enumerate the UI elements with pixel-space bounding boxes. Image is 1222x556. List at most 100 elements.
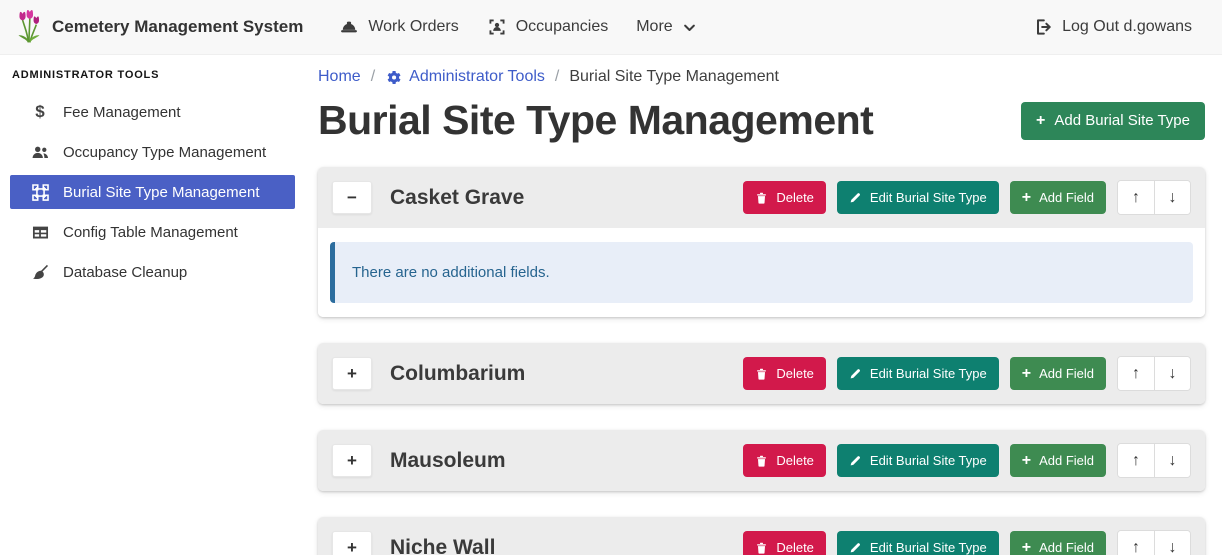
collapse-toggle-button[interactable]: + (332, 444, 372, 477)
sidebar-item-config-table-management[interactable]: Config Table Management (10, 215, 295, 249)
plus-icon: + (1036, 113, 1045, 129)
card-actions: Delete Edit Burial Site Type + (743, 180, 1191, 215)
delete-label: Delete (776, 366, 814, 381)
no-fields-alert: There are no additional fields. (330, 242, 1193, 303)
breadcrumb-home-link[interactable]: Home (318, 68, 361, 86)
add-field-label: Add Field (1039, 453, 1094, 468)
breadcrumb-separator: / (371, 68, 375, 86)
sidebar-item-occupancy-type-management[interactable]: Occupancy Type Management (10, 135, 295, 169)
pencil-icon (849, 367, 862, 380)
page-title: Burial Site Type Management (318, 94, 873, 147)
card-body: There are no additional fields. (318, 228, 1205, 317)
sidebar-heading: Administrator Tools (0, 59, 310, 95)
nav-item-label: Occupancies (516, 18, 609, 36)
trash-icon (755, 454, 768, 468)
hard-hat-icon (339, 17, 359, 37)
add-field-label: Add Field (1039, 366, 1094, 381)
tulip-logo-icon (16, 10, 42, 44)
plus-icon: + (1022, 366, 1031, 382)
pencil-icon (849, 191, 862, 204)
delete-label: Delete (776, 540, 814, 555)
add-field-button[interactable]: + Add Field (1010, 357, 1106, 390)
delete-button[interactable]: Delete (743, 181, 826, 214)
card-title: Mausoleum (390, 449, 725, 473)
card-actions: Delete Edit Burial Site Type + (743, 443, 1191, 478)
add-burial-site-type-button[interactable]: + Add Burial Site Type (1021, 102, 1205, 140)
burial-site-type-list: − Casket Grave Delete (318, 167, 1205, 555)
collapse-toggle-button[interactable]: − (332, 181, 372, 214)
sidebar-item-label: Database Cleanup (63, 264, 187, 281)
nav-item-label: Work Orders (368, 18, 458, 36)
collapse-toggle-button[interactable]: + (332, 531, 372, 555)
sidebar-item-fee-management[interactable]: $ Fee Management (10, 95, 295, 129)
burial-site-type-card-niche-wall: + Niche Wall Delete (318, 517, 1205, 555)
sidebar-item-database-cleanup[interactable]: Database Cleanup (10, 255, 295, 289)
nav-links: Work Orders Occupancies More (325, 9, 710, 45)
delete-label: Delete (776, 453, 814, 468)
pencil-icon (849, 454, 862, 467)
move-up-button[interactable]: ↑ (1118, 357, 1154, 390)
delete-button[interactable]: Delete (743, 444, 826, 477)
delete-button[interactable]: Delete (743, 357, 826, 390)
trash-icon (755, 191, 768, 205)
nav-item-more[interactable]: More (622, 10, 710, 44)
brand[interactable]: Cemetery Management System (16, 10, 303, 44)
card-header: − Casket Grave Delete (318, 167, 1205, 228)
card-header: + Mausoleum Delete (318, 430, 1205, 491)
move-up-button[interactable]: ↑ (1118, 444, 1154, 477)
nav-item-work-orders[interactable]: Work Orders (325, 9, 472, 45)
vector-square-icon (30, 183, 50, 202)
plus-icon: + (1022, 540, 1031, 555)
trash-icon (755, 367, 768, 381)
card-title: Niche Wall (390, 536, 725, 555)
move-down-button[interactable]: ↓ (1154, 444, 1190, 477)
edit-burial-site-type-button[interactable]: Edit Burial Site Type (837, 181, 999, 214)
breadcrumb-admin-tools-label: Administrator Tools (409, 68, 545, 86)
card-actions: Delete Edit Burial Site Type + (743, 356, 1191, 391)
plus-icon: + (1022, 453, 1031, 469)
move-down-button[interactable]: ↓ (1154, 531, 1190, 555)
sidebar: Administrator Tools $ Fee Management Occ… (0, 55, 310, 555)
edit-label: Edit Burial Site Type (870, 540, 987, 555)
nav-item-occupancies[interactable]: Occupancies (473, 9, 623, 45)
logout-label: Log Out d.gowans (1062, 18, 1192, 36)
edit-label: Edit Burial Site Type (870, 453, 987, 468)
add-field-label: Add Field (1039, 540, 1094, 555)
table-icon (30, 223, 50, 242)
move-up-button[interactable]: ↑ (1118, 531, 1154, 555)
edit-label: Edit Burial Site Type (870, 366, 987, 381)
top-navbar: Cemetery Management System Work Orders O… (0, 0, 1222, 55)
trash-icon (755, 541, 768, 555)
edit-burial-site-type-button[interactable]: Edit Burial Site Type (837, 531, 999, 555)
chevron-down-icon (682, 20, 697, 35)
page-layout: Administrator Tools $ Fee Management Occ… (0, 55, 1222, 555)
add-field-button[interactable]: + Add Field (1010, 444, 1106, 477)
delete-button[interactable]: Delete (743, 531, 826, 555)
breadcrumb-admin-tools-link[interactable]: Administrator Tools (385, 68, 545, 86)
edit-burial-site-type-button[interactable]: Edit Burial Site Type (837, 444, 999, 477)
users-icon (30, 143, 50, 162)
breadcrumb-current: Burial Site Type Management (569, 68, 779, 86)
gear-icon (385, 69, 402, 86)
nav-item-label: More (636, 18, 672, 36)
move-down-button[interactable]: ↓ (1154, 357, 1190, 390)
add-field-button[interactable]: + Add Field (1010, 531, 1106, 555)
reorder-group: ↑ ↓ (1117, 356, 1191, 391)
breadcrumb: Home / Administrator Tools / Burial Site… (318, 68, 1205, 86)
edit-label: Edit Burial Site Type (870, 190, 987, 205)
edit-burial-site-type-button[interactable]: Edit Burial Site Type (837, 357, 999, 390)
move-down-button[interactable]: ↓ (1154, 181, 1190, 214)
sidebar-item-label: Burial Site Type Management (63, 184, 260, 201)
brand-title: Cemetery Management System (52, 17, 303, 37)
move-up-button[interactable]: ↑ (1118, 181, 1154, 214)
logout-button[interactable]: Log Out d.gowans (1019, 9, 1206, 45)
card-title: Casket Grave (390, 186, 725, 210)
add-field-label: Add Field (1039, 190, 1094, 205)
add-field-button[interactable]: + Add Field (1010, 181, 1106, 214)
burial-site-type-card-columbarium: + Columbarium Delete (318, 343, 1205, 404)
logout-icon (1033, 17, 1053, 37)
collapse-toggle-button[interactable]: + (332, 357, 372, 390)
card-title: Columbarium (390, 362, 725, 386)
sidebar-item-burial-site-type-management[interactable]: Burial Site Type Management (10, 175, 295, 209)
pencil-icon (849, 541, 862, 554)
